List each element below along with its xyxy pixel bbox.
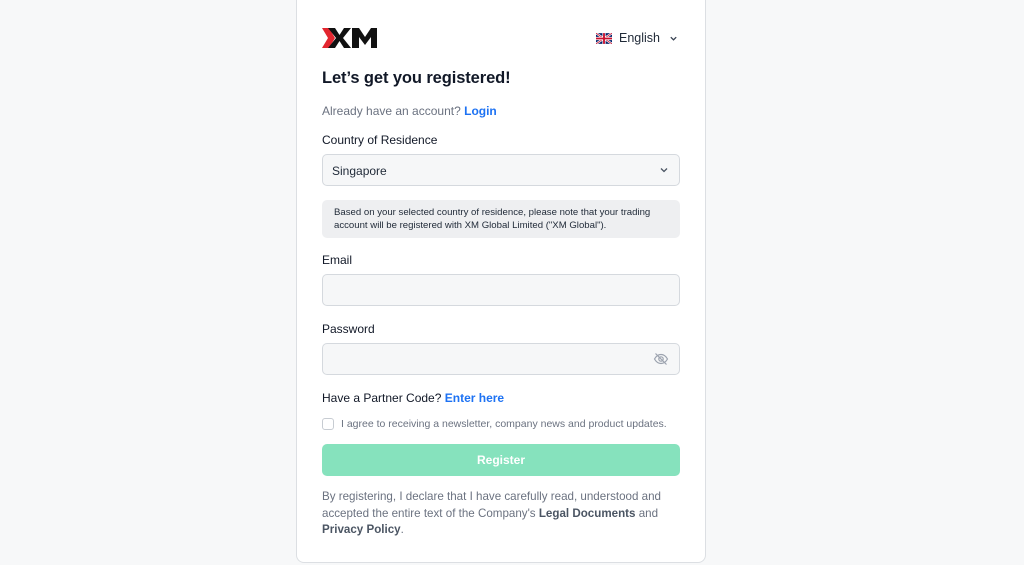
login-prompt-text: Already have an account? (322, 104, 465, 118)
email-label: Email (322, 253, 353, 267)
legal-text-3: . (400, 523, 404, 536)
eye-off-icon[interactable] (653, 352, 669, 366)
password-label: Password (322, 322, 375, 336)
email-field[interactable] (322, 274, 680, 306)
partner-code-text: Have a Partner Code? (322, 391, 445, 405)
legal-disclaimer: By registering, I declare that I have ca… (322, 489, 680, 539)
legal-text-2: and (635, 506, 659, 520)
chevron-down-icon (660, 168, 668, 173)
legal-documents-link[interactable]: Legal Documents (539, 507, 636, 520)
card-content: English Let’s get you registered! Alread… (322, 0, 680, 562)
partner-code-prompt: Have a Partner Code? Enter here (322, 391, 504, 405)
newsletter-label: I agree to receiving a newsletter, compa… (341, 418, 667, 430)
country-select[interactable]: Singapore (322, 154, 680, 186)
newsletter-checkbox[interactable] (322, 418, 334, 430)
country-notice: Based on your selected country of reside… (322, 200, 680, 238)
page-title: Let’s get you registered! (322, 69, 511, 87)
login-prompt: Already have an account? Login (322, 104, 497, 118)
password-field[interactable] (322, 343, 680, 375)
login-link[interactable]: Login (464, 104, 497, 118)
registration-card: English Let’s get you registered! Alread… (296, 0, 706, 563)
uk-flag-icon (596, 32, 612, 44)
chevron-down-icon (670, 36, 677, 41)
partner-code-link[interactable]: Enter here (445, 391, 504, 405)
country-label: Country of Residence (322, 133, 438, 147)
newsletter-row: I agree to receiving a newsletter, compa… (322, 418, 667, 430)
language-label: English (619, 31, 660, 45)
xm-logo[interactable] (322, 26, 378, 50)
privacy-policy-link[interactable]: Privacy Policy (322, 523, 401, 536)
language-selector[interactable]: English (596, 30, 678, 46)
country-value: Singapore (332, 164, 387, 178)
register-button[interactable]: Register (322, 444, 680, 476)
